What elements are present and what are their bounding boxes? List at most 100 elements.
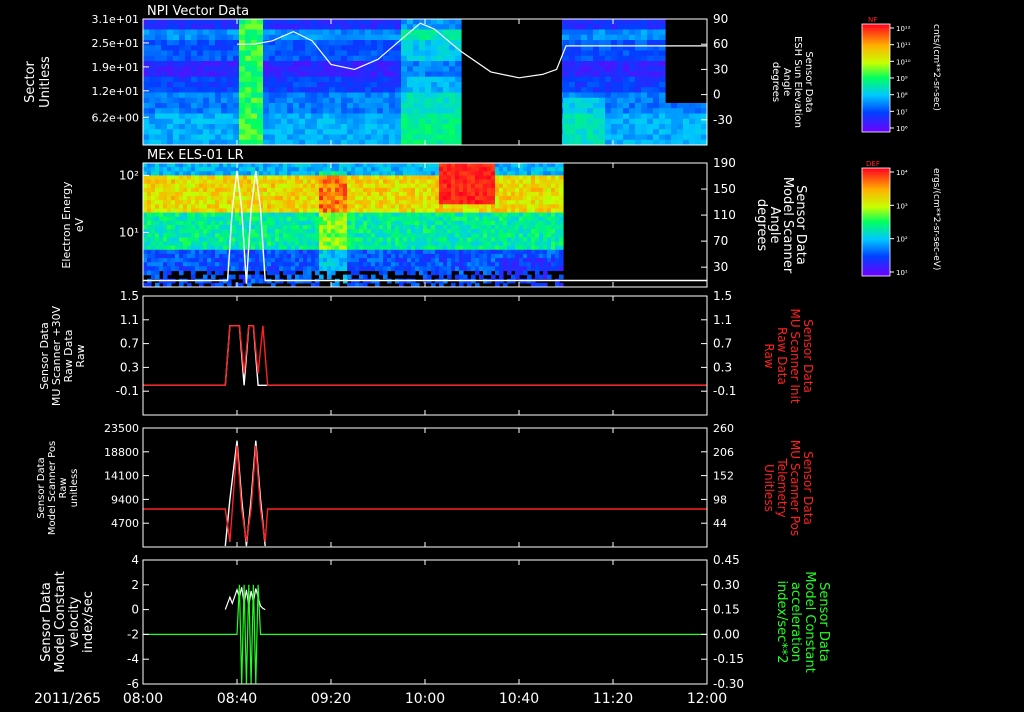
els-heatmap-cell bbox=[463, 188, 468, 193]
els-heatmap-cell bbox=[487, 184, 492, 189]
els-heatmap-cell bbox=[483, 192, 488, 197]
npi-heatmap-cell bbox=[179, 114, 186, 120]
els-heatmap-cell bbox=[495, 237, 500, 242]
npi-heatmap-cell bbox=[323, 45, 330, 51]
npi-heatmap-cell bbox=[413, 87, 420, 93]
npi-heatmap-cell bbox=[623, 119, 630, 125]
els-heatmap-cell bbox=[427, 208, 432, 213]
npi-heatmap-cell bbox=[659, 82, 666, 88]
els-heatmap-cell bbox=[199, 262, 204, 267]
npi-heatmap-cell bbox=[335, 45, 342, 51]
els-heatmap-cell bbox=[191, 208, 196, 213]
els-heatmap-cell bbox=[475, 258, 480, 263]
npi-heatmap-cell bbox=[191, 30, 198, 36]
els-heatmap-cell bbox=[231, 254, 236, 259]
els-heatmap-cell bbox=[227, 175, 232, 180]
els-heatmap-cell bbox=[487, 163, 492, 168]
els-heatmap-cell bbox=[275, 175, 280, 180]
els-heatmap-cell bbox=[407, 217, 412, 222]
npi-heatmap-cell bbox=[203, 93, 210, 99]
els-heatmap-cell bbox=[323, 233, 328, 238]
npi-heatmap-cell bbox=[431, 61, 438, 67]
els-heatmap-cell bbox=[307, 200, 312, 205]
npi-heatmap-cell bbox=[323, 119, 330, 125]
els-heatmap-cell bbox=[467, 204, 472, 209]
npi-heatmap-cell bbox=[611, 87, 618, 93]
els-heatmap-cell bbox=[415, 171, 420, 176]
els-heatmap-cell bbox=[471, 167, 476, 172]
npi-heatmap-cell bbox=[371, 87, 378, 93]
npi-heatmap-cell bbox=[227, 135, 234, 141]
els-heatmap-cell bbox=[239, 175, 244, 180]
npi-heatmap-cell bbox=[209, 93, 216, 99]
els-heatmap-cell bbox=[315, 163, 320, 168]
els-heatmap-cell bbox=[251, 246, 256, 251]
npi-heatmap-cell bbox=[251, 40, 258, 46]
els-heatmap-cell bbox=[459, 250, 464, 255]
npi-heatmap-cell bbox=[299, 24, 306, 30]
els-heatmap-cell bbox=[407, 204, 412, 209]
els-heatmap-cell bbox=[311, 229, 316, 234]
els-heatmap-cell bbox=[259, 163, 264, 168]
els-heatmap-cell bbox=[467, 237, 472, 242]
els-heatmap-cell bbox=[287, 225, 292, 230]
els-heatmap-cell bbox=[323, 175, 328, 180]
npi-heatmap-cell bbox=[203, 19, 210, 25]
panel-model-constant: 420-2-4-6 0.450.300.150.00-0.15-0.30 Sen… bbox=[39, 553, 831, 691]
els-heatmap-cell bbox=[363, 254, 368, 259]
npi-heatmap-cell bbox=[179, 93, 186, 99]
npi-heatmap-cell bbox=[371, 40, 378, 46]
npi-heatmap-cell bbox=[281, 129, 288, 135]
els-heatmap-cell bbox=[383, 208, 388, 213]
els-heatmap-cell bbox=[507, 221, 512, 226]
els-heatmap-cell bbox=[363, 242, 368, 247]
npi-heatmap-cell bbox=[443, 19, 450, 25]
els-heatmap-cell bbox=[323, 254, 328, 259]
npi-heatmap-cell bbox=[167, 87, 174, 93]
els-heatmap-cell bbox=[151, 258, 156, 263]
els-heatmap-cell bbox=[211, 167, 216, 172]
els-heatmap-cell bbox=[315, 246, 320, 251]
els-heatmap-cell bbox=[199, 175, 204, 180]
els-heatmap-cell bbox=[379, 188, 384, 193]
npi-heatmap-cell bbox=[635, 124, 642, 130]
npi-heatmap-cell bbox=[353, 35, 360, 41]
els-heatmap-cell bbox=[535, 254, 540, 259]
els-heatmap-cell bbox=[407, 266, 412, 271]
els-heatmap-cell bbox=[435, 196, 440, 201]
npi-heatmap-cell bbox=[635, 66, 642, 72]
els-heatmap-cell bbox=[439, 188, 444, 193]
npi-heatmap-cell bbox=[695, 103, 702, 109]
els-heatmap-cell bbox=[151, 246, 156, 251]
els-heatmap-cell bbox=[511, 229, 516, 234]
npi-heatmap-cell bbox=[653, 108, 660, 114]
els-heatmap-cell bbox=[291, 192, 296, 197]
els-heatmap-cell bbox=[459, 229, 464, 234]
npi-heatmap-cell bbox=[149, 56, 156, 62]
npi-heatmap-cell bbox=[653, 56, 660, 62]
els-heatmap-cell bbox=[523, 175, 528, 180]
els-y2ticks: 1901501107030 bbox=[701, 156, 736, 274]
els-heatmap-cell bbox=[215, 221, 220, 226]
npi-heatmap-cell bbox=[449, 129, 456, 135]
els-heatmap-cell bbox=[163, 270, 168, 275]
npi-heatmap-cell bbox=[143, 51, 150, 57]
els-heatmap-cell bbox=[455, 180, 460, 185]
els-heatmap-cell bbox=[279, 246, 284, 251]
els-heatmap-cell bbox=[235, 266, 240, 271]
npi-heatmap-cell bbox=[281, 82, 288, 88]
npi-heatmap-cell bbox=[239, 19, 246, 25]
npi-heatmap-cell bbox=[563, 19, 570, 25]
els-heatmap-cell bbox=[179, 184, 184, 189]
els-heatmap-cell bbox=[183, 225, 188, 230]
npi-heatmap-cell bbox=[377, 93, 384, 99]
els-heatmap-cell bbox=[375, 200, 380, 205]
els-heatmap-cell bbox=[155, 270, 160, 275]
els-heatmap-cell bbox=[503, 237, 508, 242]
npi-heatmap-cell bbox=[227, 103, 234, 109]
els-heatmap-cell bbox=[323, 246, 328, 251]
npi-heatmap-cell bbox=[293, 108, 300, 114]
y-tick-label: -0.30 bbox=[713, 677, 744, 691]
npi-heatmap-cell bbox=[311, 66, 318, 72]
npi-heatmap-cell bbox=[575, 56, 582, 62]
